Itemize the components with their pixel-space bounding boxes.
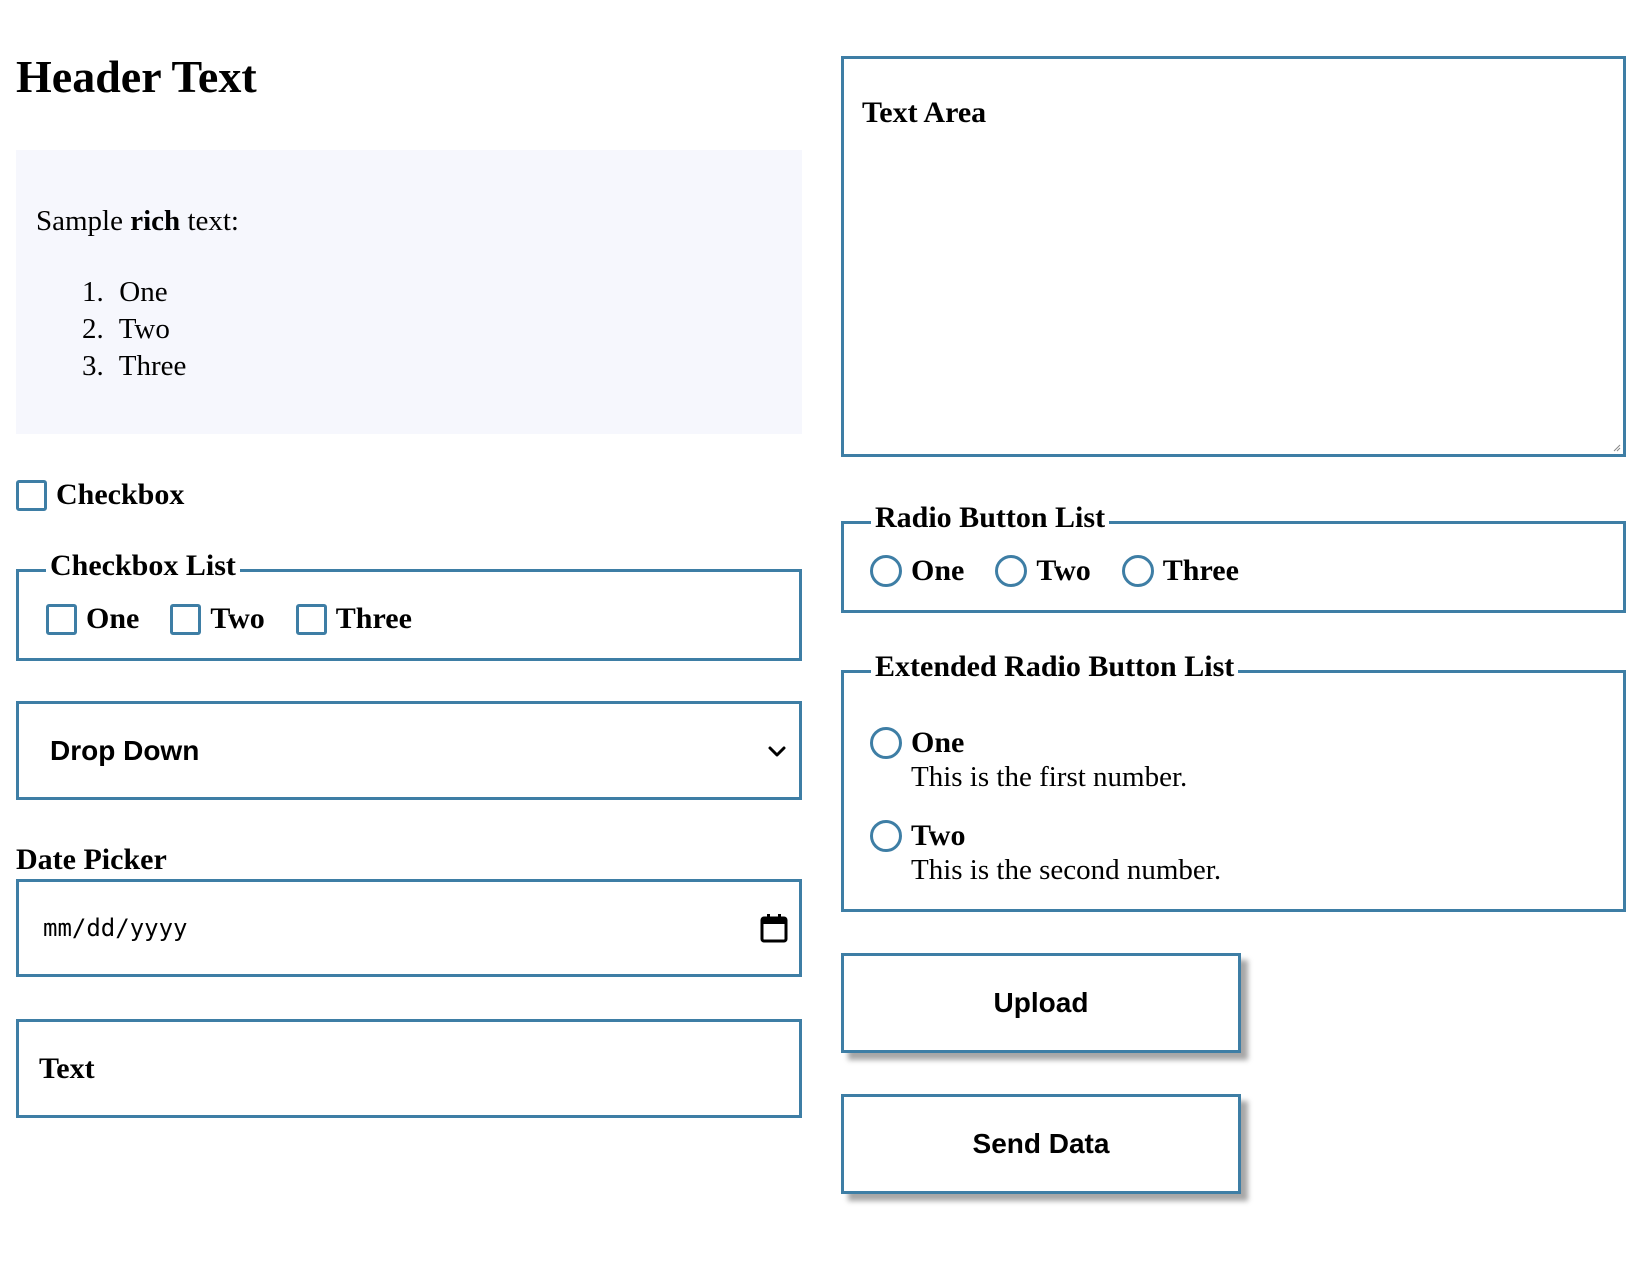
extended-radio-description: This is the first number. [911,761,1188,793]
dropdown-value: Drop Down [50,734,200,766]
rich-intro-bold: rich [130,205,181,237]
form-page: Header Text Sample rich text: 1. One 2. … [0,0,1640,1280]
date-picker-input[interactable]: mm/dd/yyyy [16,879,802,977]
radio-input[interactable] [870,820,902,852]
checkbox-input[interactable] [16,479,47,511]
radio-input[interactable] [1121,555,1154,587]
radio-list-legend: Radio Button List [871,500,1110,536]
list-item: 2. Two [82,311,186,348]
checkbox-list-group: Checkbox List One Two Three [16,548,802,661]
list-item-number: 2. [82,313,104,345]
checkbox-input[interactable] [46,603,77,635]
list-item: 3. Three [82,348,186,385]
radio-option-label: One [911,554,965,587]
checkbox-label: Checkbox [56,478,185,511]
extended-radio-option-two[interactable]: Two This is the second number. [870,819,1221,887]
chevron-down-icon [768,746,786,756]
upload-button[interactable]: Upload [841,953,1241,1053]
rich-intro-after: text: [180,205,239,237]
text-input[interactable]: Text [16,1019,802,1118]
radio-option-two[interactable]: Two [995,554,1091,588]
text-input-value: Text [39,1051,95,1085]
radio-option-one[interactable]: One [870,554,964,588]
radio-option-label: Three [1162,554,1239,587]
calendar-icon[interactable] [759,912,789,944]
date-picker-label: Date Picker [16,843,167,876]
extended-radio-description: This is the second number. [911,854,1222,886]
extended-radio-label: One [911,726,965,759]
checkbox-input[interactable] [170,603,202,635]
checkbox-input[interactable] [295,603,327,635]
rich-text-panel: Sample rich text: 1. One 2. Two 3. Three [16,150,802,434]
extended-radio-option-one[interactable]: One This is the first number. [870,726,1187,794]
extended-radio-list-legend: Extended Radio Button List [871,649,1239,685]
extended-radio-head: One [870,726,1187,760]
checkbox-option-label: Two [210,602,265,635]
list-item: 1. One [82,274,186,311]
radio-input[interactable] [870,555,902,587]
checkbox-option-one[interactable]: One [46,602,139,636]
extended-radio-label: Two [911,819,966,852]
list-item-number: 1. [82,276,104,308]
page-title: Header Text [16,51,257,102]
checkbox-list-legend: Checkbox List [46,548,240,584]
resize-handle-icon[interactable] [1611,442,1621,452]
rich-intro-before: Sample [36,205,131,237]
radio-list-options: One Two Three [870,554,1270,588]
rich-text-intro: Sample rich text: [36,205,239,238]
extended-radio-head: Two [870,819,1221,853]
checkbox-option-two[interactable]: Two [170,602,265,636]
checkbox-option-label: Three [335,602,412,635]
text-area-value: Text Area [862,96,987,129]
send-data-button[interactable]: Send Data [841,1094,1241,1194]
date-placeholder: mm/dd/yyyy [43,914,188,942]
checkbox-option-three[interactable]: Three [295,602,412,636]
list-item-label: One [119,276,168,308]
rich-ordered-list: 1. One 2. Two 3. Three [82,274,186,385]
extended-radio-list-group: Extended Radio Button List One This is t… [841,649,1626,912]
radio-option-label: Two [1036,554,1091,587]
radio-input[interactable] [995,555,1028,587]
checkbox-list-options: One Two Three [46,602,443,636]
radio-input[interactable] [870,727,902,759]
checkbox-field[interactable]: Checkbox [16,478,184,512]
text-area[interactable]: Text Area [841,56,1626,457]
list-item-number: 3. [82,350,104,382]
radio-option-three[interactable]: Three [1121,554,1239,588]
list-item-label: Three [118,350,187,382]
checkbox-option-label: One [86,602,140,635]
radio-list-group: Radio Button List One Two Three [841,500,1626,613]
dropdown-select[interactable]: Drop Down [16,701,802,800]
list-item-label: Two [118,313,170,345]
